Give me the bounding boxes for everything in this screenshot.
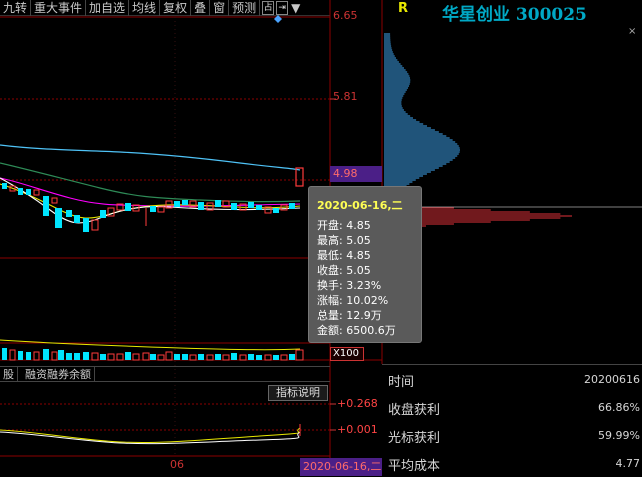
tooltip-volume: 总量: 12.9万: [317, 309, 382, 322]
candle: [174, 201, 180, 207]
tooltip-open: 开盘: 4.85: [317, 219, 371, 232]
candle: [66, 210, 72, 217]
tooltip-high: 最高: 5.05: [317, 234, 371, 247]
stock-title: 华星创业 300025: [442, 5, 587, 25]
tab-margin-balance[interactable]: 融资融券余额: [22, 367, 95, 382]
ma-line-longest: [0, 144, 301, 171]
candle: [289, 203, 295, 209]
tooltip-date: 2020-06-16,二: [317, 199, 403, 212]
candle: [91, 219, 99, 231]
tooltip-close: 收盘: 5.05: [317, 264, 371, 277]
candle: [150, 206, 156, 212]
lower-axis-label-top: +0.268: [337, 397, 378, 410]
candle: [33, 189, 40, 196]
chip-info-panel: 时间 20200616 收盘获利 66.86% 光标获利 59.99% 平均成本…: [382, 364, 642, 476]
volume-ma-line: [0, 339, 301, 351]
candle: [74, 215, 80, 223]
candle: [55, 208, 62, 228]
candle: [157, 206, 165, 213]
lower-axis-label-mid: +0.001: [337, 423, 378, 436]
info-value: 4.77: [615, 457, 641, 470]
candle: [26, 189, 31, 195]
info-value: 59.99%: [598, 429, 640, 442]
tab-stock[interactable]: 股: [0, 367, 18, 382]
info-row-avg-cost: 平均成本 4.77: [382, 453, 642, 477]
price-label-high: 6.65: [333, 9, 358, 22]
event-marker-icon: [274, 15, 282, 23]
candle: [198, 202, 204, 210]
candle-current: [295, 167, 304, 187]
r-mark: R: [398, 1, 409, 16]
info-row-cursor-profit: 光标获利 59.99%: [382, 425, 642, 449]
candle: [18, 188, 23, 195]
info-label: 平均成本: [388, 459, 441, 474]
candle: [256, 205, 262, 210]
candle: [2, 183, 7, 189]
info-row-close-profit: 收盘获利 66.86%: [382, 397, 642, 421]
candle: [51, 197, 58, 204]
candle: [43, 196, 49, 216]
candle: [248, 202, 254, 208]
tooltip-low: 最低: 4.85: [317, 249, 371, 262]
info-value: 20200616: [584, 373, 640, 386]
stock-title-bar: R 华星创业 300025: [382, 0, 642, 25]
info-value: 66.86%: [598, 401, 640, 414]
candle: [182, 200, 188, 205]
candle-tooltip: 2020-06-16,二 开盘: 4.85 最高: 5.05 最低: 4.85 …: [308, 186, 422, 343]
info-label: 时间: [388, 375, 415, 390]
info-label: 光标获利: [388, 431, 441, 446]
current-price-badge: 4.98: [330, 166, 382, 182]
tooltip-turnover: 换手: 3.23%: [317, 279, 382, 292]
info-label: 收盘获利: [388, 403, 441, 418]
close-icon[interactable]: ×: [628, 26, 639, 37]
candle: [273, 208, 279, 213]
candle: [215, 200, 221, 207]
candle: [83, 218, 89, 232]
candle: [231, 203, 237, 210]
info-row-time: 时间 20200616: [382, 369, 642, 393]
tooltip-amount: 金额: 6500.6万: [317, 324, 396, 337]
candle: [100, 210, 106, 218]
indicator-tab-strip: 股 融资融券余额: [0, 366, 330, 382]
tooltip-change: 涨幅: 10.02%: [317, 294, 389, 307]
x-axis-tick: 06: [170, 458, 184, 471]
volume-scale-badge: X100: [330, 347, 364, 361]
candle: [125, 203, 131, 211]
current-date-badge: 2020-06-16,二: [300, 458, 382, 476]
price-label-mid: 5.81: [333, 90, 358, 103]
ma-line-longer: [0, 162, 301, 203]
indicator-help-button[interactable]: 指标说明: [268, 385, 328, 401]
